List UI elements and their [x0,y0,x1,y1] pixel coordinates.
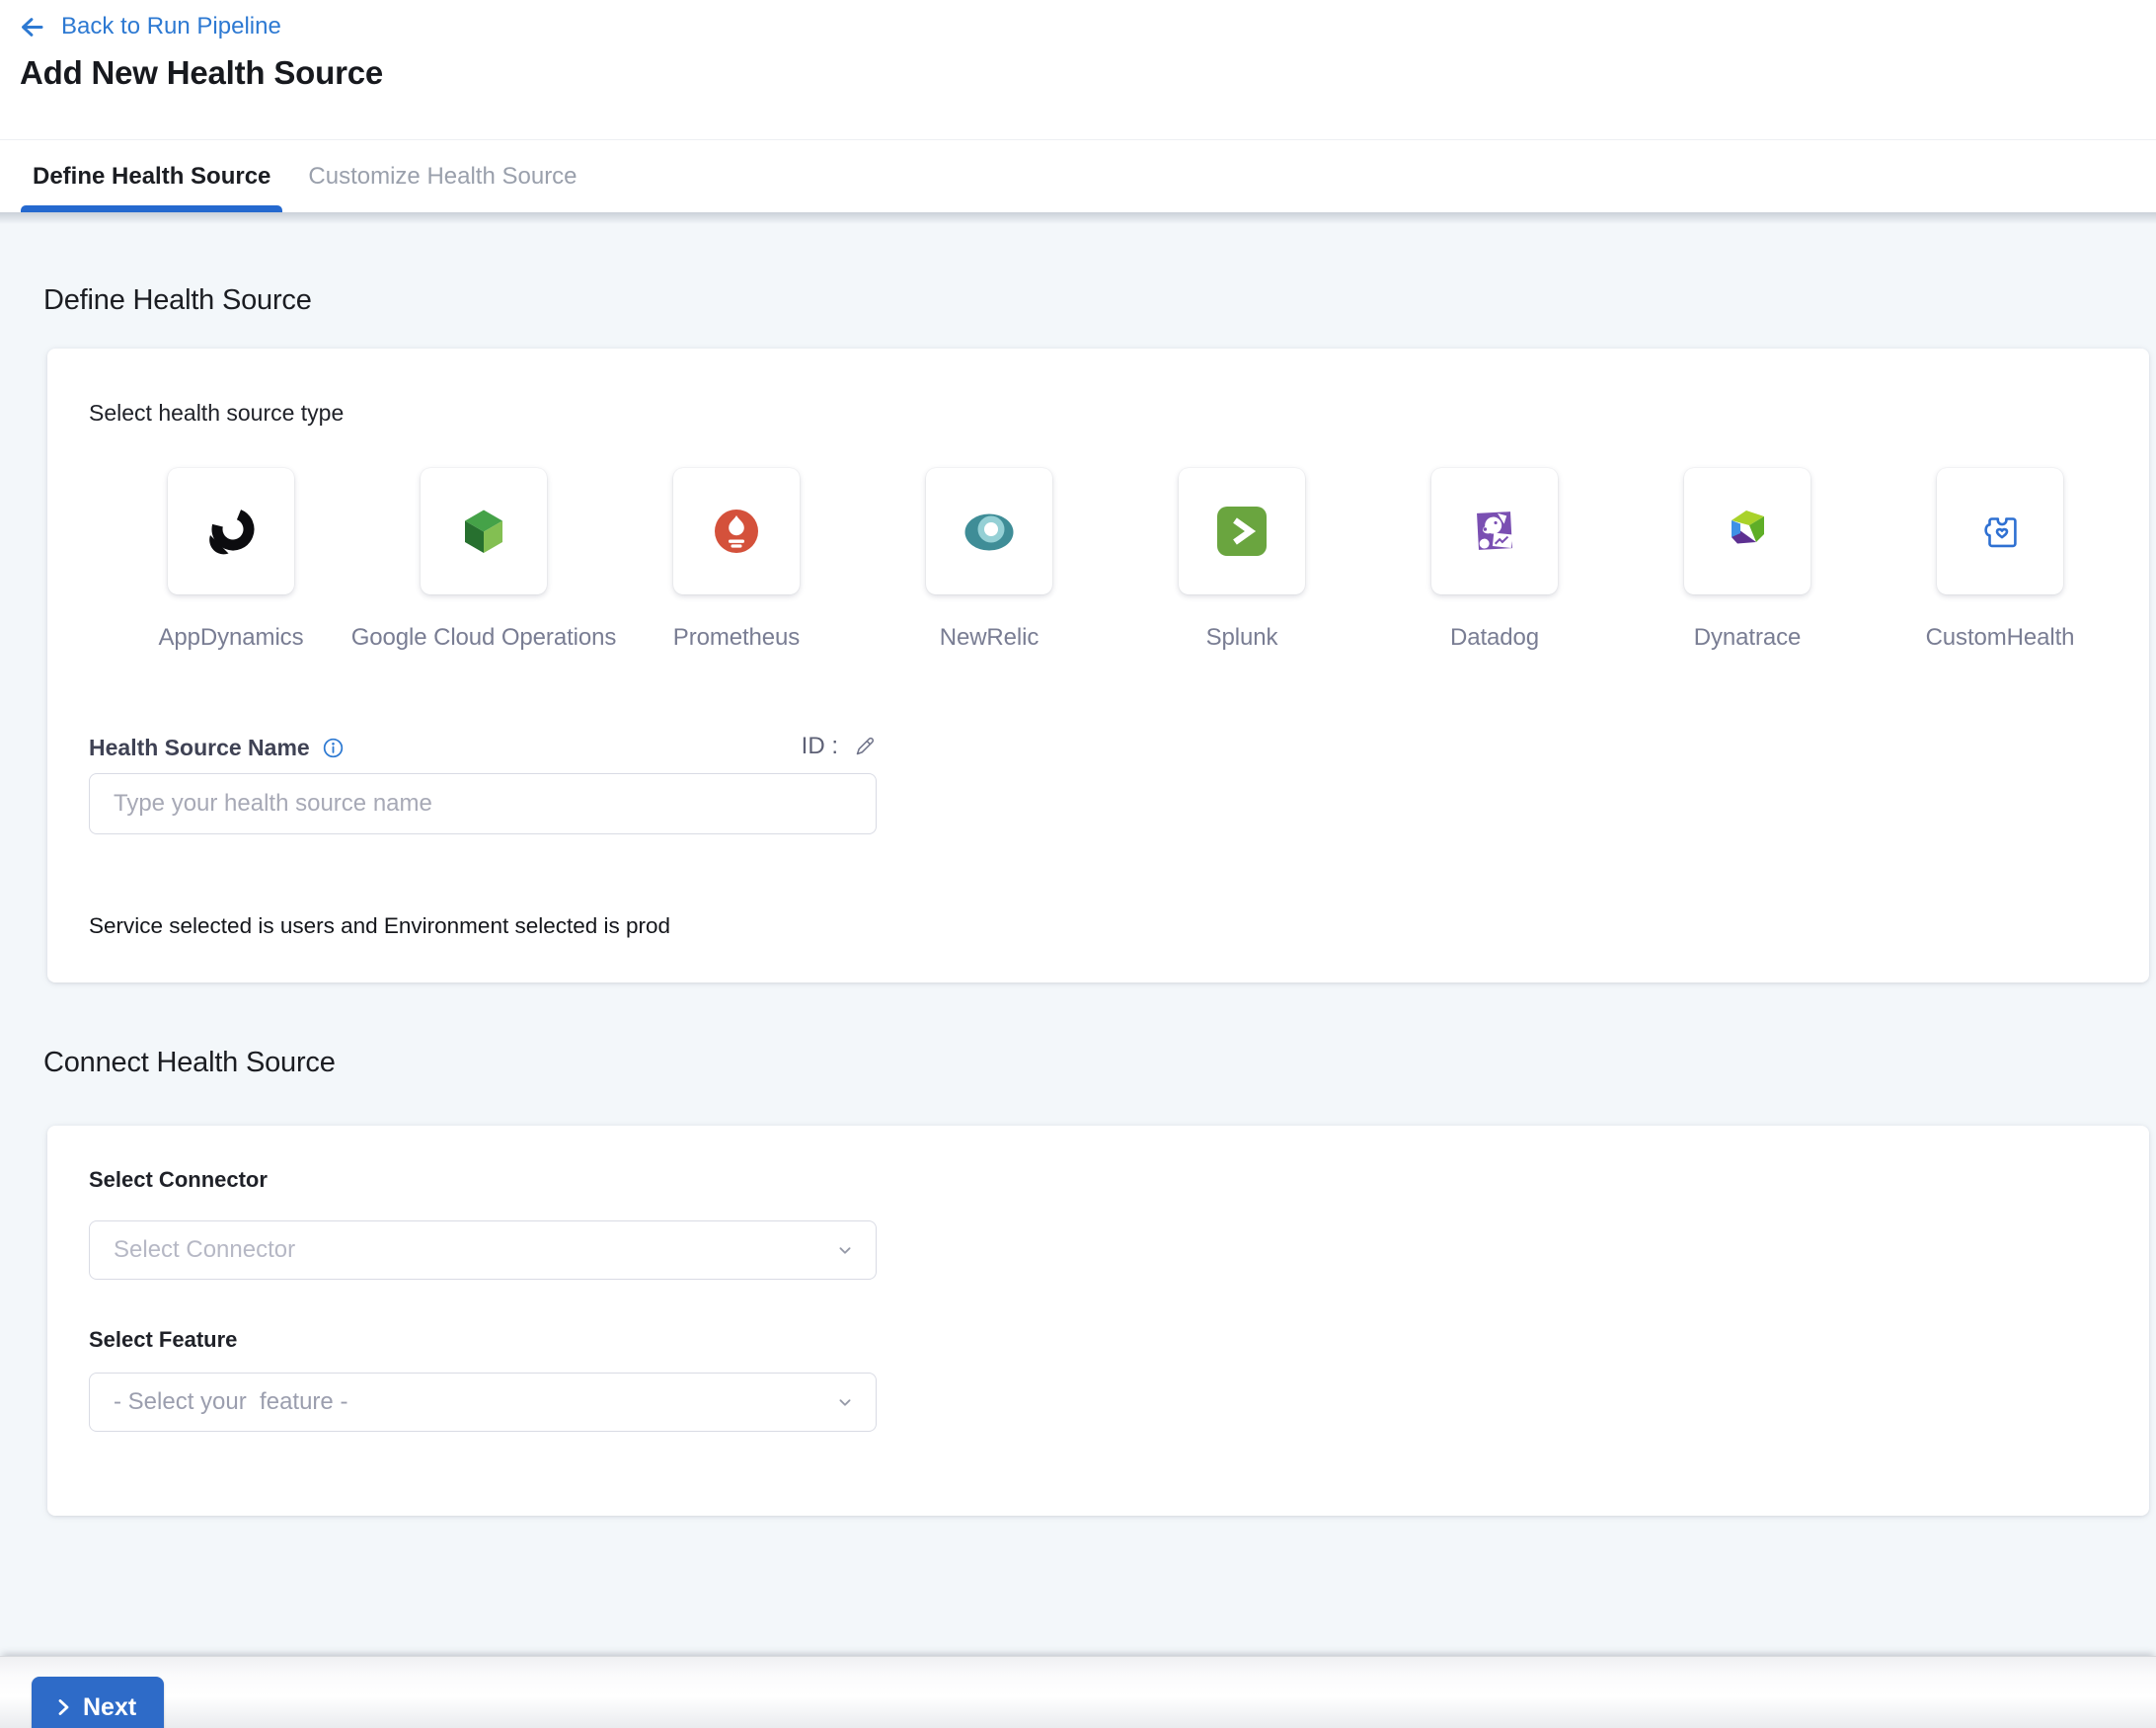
service-environment-note: Service selected is users and Environmen… [89,913,670,939]
tab-customize-label: Customize Health Source [308,163,577,191]
footer-bar: Next [0,1656,2156,1728]
datadog-tile-card[interactable] [1431,468,1558,594]
health-source-name-row: Health Source Name [89,735,345,761]
source-type-newrelic[interactable]: NewRelic [863,468,1116,652]
splunk-icon [1210,500,1273,563]
prometheus-icon [705,500,768,563]
source-type-label: Google Cloud Operations [351,624,617,652]
source-type-datadog[interactable]: Datadog [1368,468,1621,652]
tab-define-label: Define Health Source [33,163,270,191]
source-type-customhealth[interactable]: CustomHealth [1874,468,2126,652]
id-group: ID : [802,733,877,760]
source-type-splunk[interactable]: Splunk [1116,468,1368,652]
tab-define-health-source[interactable]: Define Health Source [33,140,270,212]
tab-customize-health-source[interactable]: Customize Health Source [308,140,577,212]
splunk-tile-card[interactable] [1179,468,1305,594]
chevron-right-icon [53,1697,73,1717]
select-source-type-label: Select health source type [89,400,344,427]
health-source-name-label: Health Source Name [89,735,310,761]
source-type-label: Splunk [1206,624,1278,652]
prometheus-tile-card[interactable] [673,468,800,594]
newrelic-tile-card[interactable] [926,468,1052,594]
feature-select[interactable]: - Select your feature - [89,1373,877,1432]
define-health-source-card: Select health source type AppDynamics [47,349,2149,982]
customhealth-icon [1968,500,2032,563]
source-type-label: CustomHealth [1926,624,2075,652]
google-cloud-operations-icon [452,500,515,563]
info-icon[interactable] [322,737,345,759]
connector-select[interactable]: Select Connector [89,1220,877,1280]
chevron-down-icon [834,1239,856,1261]
health-source-name-input[interactable] [89,773,877,834]
source-type-google-cloud-operations[interactable]: Google Cloud Operations [357,468,610,652]
connect-section-heading: Connect Health Source [43,1047,336,1079]
datadog-icon [1463,500,1526,563]
dynatrace-tile-card[interactable] [1684,468,1810,594]
source-type-label: Dynatrace [1694,624,1801,652]
google-cloud-operations-tile-card[interactable] [421,468,547,594]
connector-select-placeholder: Select Connector [114,1236,295,1264]
id-label: ID : [802,733,838,760]
next-button-label: Next [83,1693,136,1722]
arrow-left-icon [19,14,45,40]
define-section-heading: Define Health Source [43,284,312,317]
add-health-source-page: Back to Run Pipeline Add New Health Sour… [0,0,2156,1728]
next-button[interactable]: Next [32,1677,164,1728]
source-type-label: Datadog [1450,624,1539,652]
page-title: Add New Health Source [20,54,383,92]
appdynamics-icon [199,500,263,563]
newrelic-icon [958,500,1021,563]
source-type-appdynamics[interactable]: AppDynamics [105,468,357,652]
select-connector-label: Select Connector [89,1167,268,1193]
back-link-label[interactable]: Back to Run Pipeline [61,13,281,40]
select-feature-label: Select Feature [89,1327,237,1353]
source-type-tiles: AppDynamics Google Cloud Operations [105,468,2126,652]
source-type-label: Prometheus [673,624,800,652]
active-tab-underline [21,205,282,212]
appdynamics-tile-card[interactable] [168,468,294,594]
dynatrace-icon [1716,500,1779,563]
chevron-down-icon [834,1391,856,1413]
source-type-dynatrace[interactable]: Dynatrace [1621,468,1874,652]
customhealth-tile-card[interactable] [1937,468,2063,594]
connect-health-source-card: Select Connector Select Connector Select… [47,1126,2149,1516]
source-type-label: NewRelic [940,624,1040,652]
back-link[interactable]: Back to Run Pipeline [19,13,281,40]
source-type-label: AppDynamics [159,624,304,652]
tab-bar: Define Health Source Customize Health So… [0,139,2156,212]
feature-select-placeholder: - Select your feature - [114,1388,347,1416]
edit-pencil-icon[interactable] [852,735,877,759]
source-type-prometheus[interactable]: Prometheus [610,468,863,652]
page-header: Back to Run Pipeline Add New Health Sour… [0,0,2156,139]
